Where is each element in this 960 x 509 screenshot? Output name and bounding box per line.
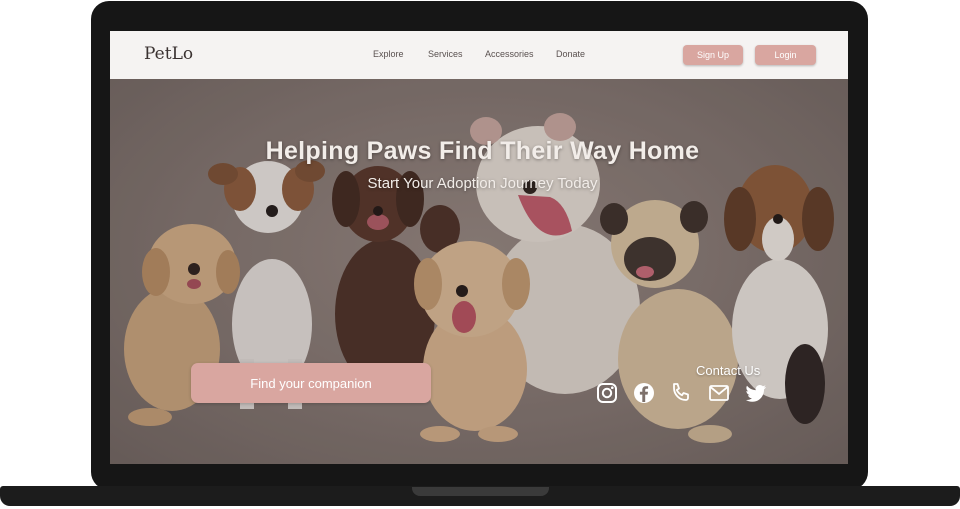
contact-us-label: Contact Us bbox=[696, 363, 761, 378]
brand-logo[interactable]: PetLo bbox=[144, 44, 193, 64]
laptop-screen: PetLo Explore Services Accessories Donat… bbox=[110, 31, 848, 464]
hero-headline: Helping Paws Find Their Way Home bbox=[265, 137, 700, 165]
nav-accessories[interactable]: Accessories bbox=[485, 49, 534, 59]
twitter-icon[interactable] bbox=[744, 381, 768, 405]
instagram-icon[interactable] bbox=[595, 381, 619, 405]
signup-button[interactable]: Sign Up bbox=[683, 45, 743, 65]
mail-icon[interactable] bbox=[707, 381, 731, 405]
login-button[interactable]: Login bbox=[755, 45, 816, 65]
nav-donate[interactable]: Donate bbox=[556, 49, 585, 59]
hero-subheadline: Start Your Adoption Journey Today bbox=[367, 175, 598, 192]
find-companion-button[interactable]: Find your companion bbox=[191, 363, 431, 403]
nav-services[interactable]: Services bbox=[428, 49, 463, 59]
laptop-notch bbox=[412, 487, 549, 496]
navbar: PetLo Explore Services Accessories Donat… bbox=[110, 31, 848, 79]
nav-explore[interactable]: Explore bbox=[373, 49, 404, 59]
hero-section: Helping Paws Find Their Way Home Start Y… bbox=[110, 79, 848, 464]
phone-icon[interactable] bbox=[669, 381, 693, 405]
facebook-icon[interactable] bbox=[632, 381, 656, 405]
